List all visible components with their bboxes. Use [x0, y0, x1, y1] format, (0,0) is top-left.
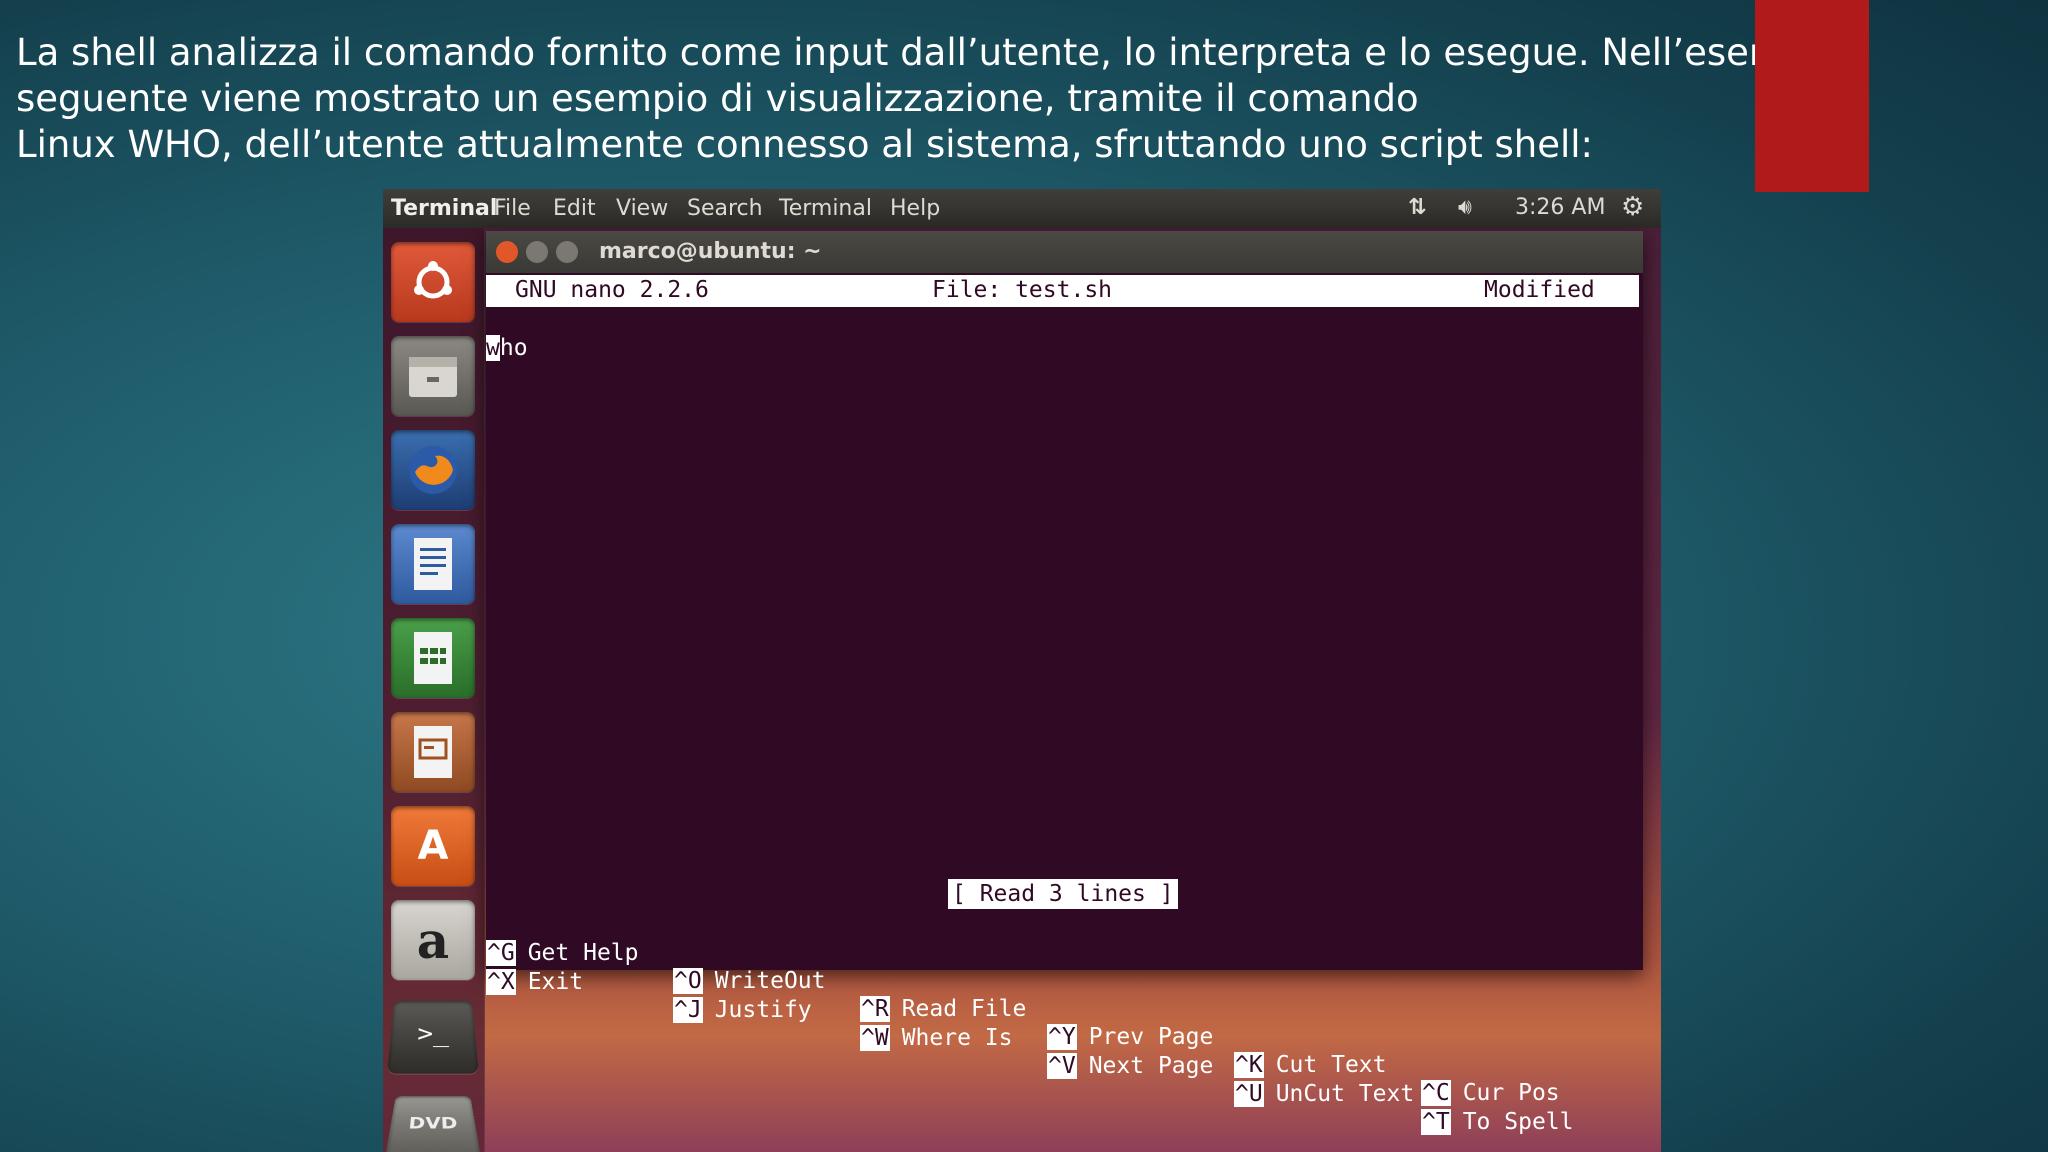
slide-description: La shell analizza il comando fornito com…: [16, 30, 1736, 168]
window-titlebar: marco@ubuntu: ~: [486, 231, 1643, 273]
slide-text-line-3: Linux WHO, dell’utente attualmente conne…: [16, 122, 1736, 168]
gear-icon[interactable]: ⚙: [1621, 192, 1644, 222]
active-app-name: Terminal: [391, 196, 497, 221]
shortcut-row-2: ^X Exit ^J Justify ^W Where Is ^V Next Page …: [486, 940, 569, 968]
dvd-icon[interactable]: DVD: [385, 1096, 481, 1152]
shortcut-uncut-text[interactable]: ^U UnCut Text: [1234, 1080, 1414, 1108]
shortcut-row-1: ^G Get Help ^O WriteOut ^R Read File ^Y Prev…: [486, 911, 569, 939]
nano-header: GNU nano 2.2.6 File: test.sh Modified: [486, 275, 1639, 307]
menu-help[interactable]: Help: [890, 196, 940, 221]
minimize-icon[interactable]: [526, 241, 548, 263]
slide-text-line-1: La shell analizza il comando fornito com…: [16, 30, 1736, 76]
writer-icon[interactable]: [391, 524, 475, 604]
ubuntu-dash-icon[interactable]: [391, 242, 475, 322]
ubuntu-desktop-screenshot: Terminal File Edit View Search Terminal …: [383, 189, 1661, 1152]
unity-launcher: A a >_ DVD: [383, 228, 485, 1152]
editor-content[interactable]: who: [486, 335, 528, 361]
menu-search[interactable]: Search: [687, 196, 763, 221]
terminal-window: marco@ubuntu: ~ GNU nano 2.2.6 File: tes…: [486, 231, 1643, 970]
menu-terminal[interactable]: Terminal: [779, 196, 872, 221]
menu-view[interactable]: View: [616, 196, 668, 221]
shortcut-next-page[interactable]: ^V Next Page: [1047, 1052, 1213, 1080]
shortcut-read-file[interactable]: ^R Read File: [860, 995, 1026, 1023]
terminal-icon[interactable]: >_: [387, 1001, 479, 1074]
shortcut-exit[interactable]: ^X Exit: [486, 968, 583, 996]
volume-icon[interactable]: 🔊︎: [1458, 195, 1472, 220]
amazon-icon[interactable]: a: [391, 900, 475, 980]
files-icon[interactable]: [391, 336, 475, 416]
clock[interactable]: 3:26 AM: [1515, 195, 1605, 220]
firefox-icon[interactable]: [391, 430, 475, 510]
nano-status-message: [ Read 3 lines ]: [948, 879, 1178, 909]
maximize-icon[interactable]: [556, 241, 578, 263]
nano-filename: File: test.sh: [932, 277, 1112, 303]
editor-text: ho: [500, 335, 528, 361]
red-accent-bar: [1755, 0, 1869, 192]
software-center-icon[interactable]: A: [391, 806, 475, 886]
slide-text-line-2: seguente viene mostrato un esempio di vi…: [16, 76, 1736, 122]
network-updown-icon[interactable]: ⇅: [1408, 195, 1426, 220]
shortcut-prev-page[interactable]: ^Y Prev Page: [1047, 1023, 1213, 1051]
shortcut-cur-pos[interactable]: ^C Cur Pos: [1421, 1079, 1560, 1107]
shortcut-to-spell[interactable]: ^T To Spell: [1421, 1108, 1573, 1136]
text-cursor: w: [486, 335, 500, 361]
shortcut-where-is[interactable]: ^W Where Is: [860, 1024, 1012, 1052]
window-title: marco@ubuntu: ~: [599, 239, 822, 264]
calc-icon[interactable]: [391, 618, 475, 698]
shortcut-justify[interactable]: ^J Justify: [673, 996, 812, 1024]
close-icon[interactable]: [496, 241, 518, 263]
nano-version: GNU nano 2.2.6: [515, 277, 709, 303]
menu-file[interactable]: File: [494, 196, 531, 221]
shortcut-cut-text[interactable]: ^K Cut Text: [1234, 1051, 1386, 1079]
top-panel: Terminal File Edit View Search Terminal …: [383, 189, 1661, 228]
menu-edit[interactable]: Edit: [553, 196, 596, 221]
shortcut-writeout[interactable]: ^O WriteOut: [673, 967, 825, 995]
nano-modified-flag: Modified: [1484, 277, 1595, 303]
impress-icon[interactable]: [391, 712, 475, 792]
